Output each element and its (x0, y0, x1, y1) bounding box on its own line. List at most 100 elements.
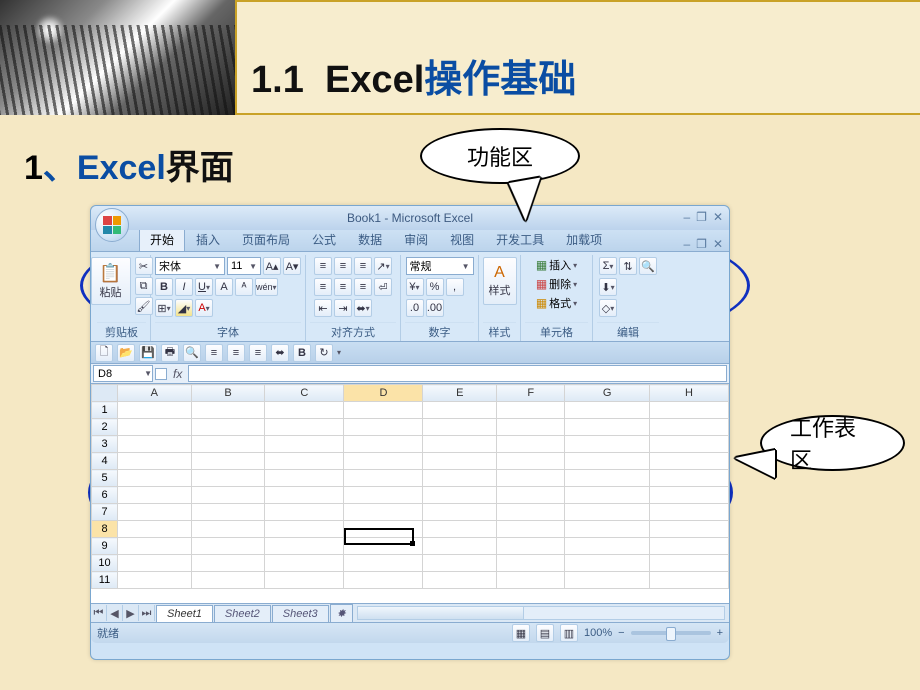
name-box[interactable]: D8▼ (93, 365, 153, 382)
underline-button[interactable]: U▾ (195, 278, 213, 296)
sheet-tab-1[interactable]: Sheet1 (156, 605, 213, 622)
clear-button[interactable]: ◇▾ (599, 299, 617, 317)
tab-insert[interactable]: 插入 (185, 227, 231, 251)
tab-formulas[interactable]: 公式 (301, 227, 347, 251)
qat-bold-button[interactable]: B (293, 344, 311, 362)
titlebar[interactable]: Book1 - Microsoft Excel – ❐ ✕ (91, 206, 729, 230)
tab-addins[interactable]: 加载项 (555, 227, 613, 251)
tab-layout[interactable]: 页面布局 (231, 227, 301, 251)
format-cell-button[interactable]: 格式 (549, 295, 571, 311)
horizontal-scrollbar[interactable] (357, 606, 725, 620)
sheet-tab-2[interactable]: Sheet2 (214, 605, 271, 622)
decrease-decimal-button[interactable]: .00 (426, 299, 444, 317)
paste-button[interactable]: 📋 粘贴 (91, 257, 131, 305)
tab-data[interactable]: 数据 (347, 227, 393, 251)
phonetic-button[interactable]: wén▾ (255, 278, 278, 296)
col-header-c[interactable]: C (265, 385, 344, 402)
sort-filter-button[interactable]: ⇅ (619, 257, 637, 275)
qat-open-button[interactable]: 📂 (117, 344, 135, 362)
sheet-nav-first[interactable]: ⏮ (91, 605, 107, 621)
qat-save-button[interactable]: 💾 (139, 344, 157, 362)
fill-color-button[interactable]: ◢▾ (175, 299, 193, 317)
qat-align-left-button[interactable]: ≡ (205, 344, 223, 362)
row-header[interactable]: 5 (92, 470, 118, 487)
currency-button[interactable]: ¥▾ (406, 278, 424, 296)
bold-button[interactable]: B (155, 278, 173, 296)
autosum-button[interactable]: Σ▾ (599, 257, 617, 275)
tab-home[interactable]: 开始 (139, 227, 185, 251)
align-bottom-button[interactable]: ≡ (354, 257, 372, 275)
styles-button[interactable]: A 样式 (483, 257, 517, 305)
merge-button[interactable]: ⬌▾ (354, 299, 372, 317)
qat-new-button[interactable]: 🗋 (95, 344, 113, 362)
formula-bar[interactable] (188, 365, 727, 382)
col-header-g[interactable]: G (565, 385, 649, 402)
shrink-font-button[interactable]: A▾ (283, 257, 301, 275)
row-header[interactable]: 2 (92, 419, 118, 436)
sheet-tab-new[interactable]: ✸ (330, 604, 353, 622)
align-center-button[interactable]: ≡ (334, 278, 352, 296)
grid[interactable]: A B C D E F G H 1 2 3 4 5 6 7 8 9 10 11 (91, 384, 729, 589)
qat-redo-button[interactable]: ↻ (315, 344, 333, 362)
row-header[interactable]: 3 (92, 436, 118, 453)
row-header[interactable]: 9 (92, 538, 118, 555)
fill-button[interactable]: ⬇▾ (599, 278, 617, 296)
row-header[interactable]: 1 (92, 402, 118, 419)
row-header[interactable]: 4 (92, 453, 118, 470)
fx-button[interactable]: fx (167, 367, 188, 381)
qat-preview-button[interactable]: 🔍 (183, 344, 201, 362)
sheet-nav-prev[interactable]: ◀ (107, 605, 123, 621)
insert-cell-button[interactable]: 插入 (549, 257, 571, 273)
orientation-button[interactable]: ↗▾ (374, 257, 392, 275)
col-header-h[interactable]: H (649, 385, 728, 402)
row-header[interactable]: 11 (92, 572, 118, 589)
cut-button[interactable]: ✂ (135, 257, 153, 275)
comma-button[interactable]: , (446, 278, 464, 296)
col-header-a[interactable]: A (118, 385, 192, 402)
worksheet-area[interactable]: A B C D E F G H 1 2 3 4 5 6 7 8 9 10 11 (91, 384, 729, 604)
tab-developer[interactable]: 开发工具 (485, 227, 555, 251)
format-painter-button[interactable]: 🖌 (135, 297, 153, 315)
close-button[interactable]: ✕ (713, 210, 723, 224)
grow-font-button[interactable]: A▴ (263, 257, 281, 275)
col-header-b[interactable]: B (191, 385, 265, 402)
qat-merge-button[interactable]: ⬌ (271, 344, 289, 362)
find-button[interactable]: 🔍 (639, 257, 657, 275)
minimize-button[interactable]: – (683, 210, 690, 224)
sheet-tab-3[interactable]: Sheet3 (272, 605, 329, 622)
row-header[interactable]: 10 (92, 555, 118, 572)
align-right-button[interactable]: ≡ (354, 278, 372, 296)
align-top-button[interactable]: ≡ (314, 257, 332, 275)
sheet-nav-next[interactable]: ▶ (123, 605, 139, 621)
doc-restore-button[interactable]: ❐ (696, 237, 707, 251)
row-header[interactable]: 7 (92, 504, 118, 521)
col-header-d[interactable]: D (344, 385, 423, 402)
font-color-button[interactable]: A▾ (195, 299, 213, 317)
grow-font-button-2[interactable]: A (215, 278, 233, 296)
qat-align-right-button[interactable]: ≡ (249, 344, 267, 362)
delete-cell-button[interactable]: 删除 (549, 276, 571, 292)
restore-button[interactable]: ❐ (696, 210, 707, 224)
view-normal-button[interactable]: ▦ (512, 624, 530, 642)
font-size-select[interactable]: 11▼ (227, 257, 261, 275)
zoom-out-button[interactable]: − (618, 627, 624, 639)
row-header[interactable]: 6 (92, 487, 118, 504)
tab-view[interactable]: 视图 (439, 227, 485, 251)
zoom-in-button[interactable]: + (717, 627, 723, 639)
col-header-f[interactable]: F (497, 385, 565, 402)
doc-close-button[interactable]: ✕ (713, 237, 723, 251)
tab-review[interactable]: 审阅 (393, 227, 439, 251)
wrap-text-button[interactable]: ⏎ (374, 278, 392, 296)
qat-print-button[interactable]: 🖶 (161, 344, 179, 362)
increase-indent-button[interactable]: ⇥ (334, 299, 352, 317)
qat-more-button[interactable]: ▾ (337, 348, 341, 357)
align-middle-button[interactable]: ≡ (334, 257, 352, 275)
select-all-corner[interactable] (92, 385, 118, 402)
zoom-value[interactable]: 100% (584, 627, 612, 639)
zoom-slider[interactable] (631, 631, 711, 635)
view-layout-button[interactable]: ▤ (536, 624, 554, 642)
office-button[interactable] (95, 208, 129, 242)
italic-button[interactable]: I (175, 278, 193, 296)
copy-button[interactable]: ⧉ (135, 277, 153, 295)
sheet-nav-last[interactable]: ⏭ (139, 605, 155, 621)
